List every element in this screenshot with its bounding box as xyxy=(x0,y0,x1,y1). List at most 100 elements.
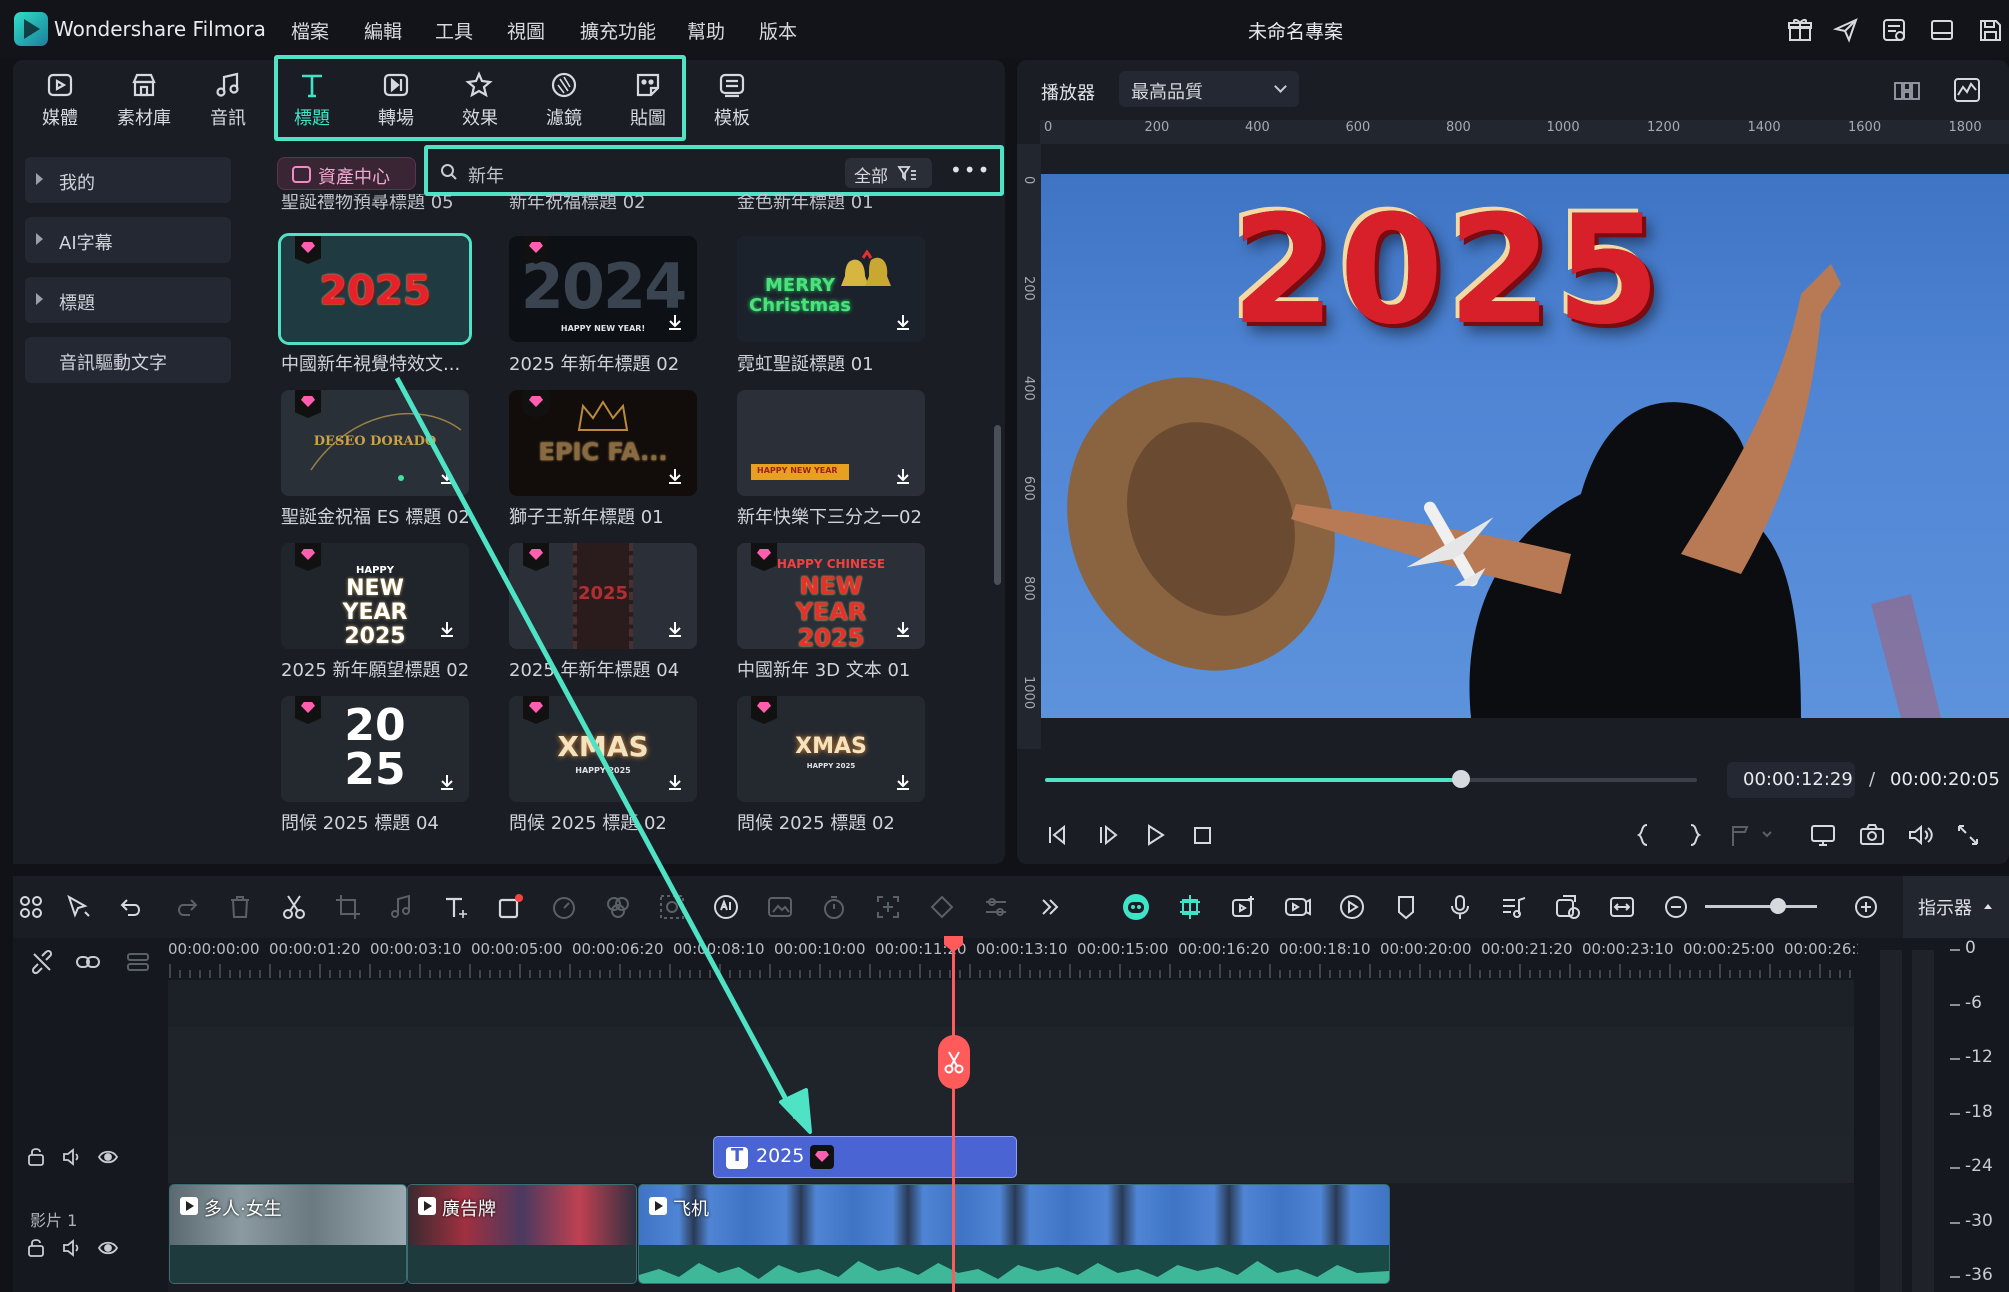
add-text-icon[interactable] xyxy=(441,892,471,922)
sidebar-item-mine[interactable]: 我的 xyxy=(25,157,231,203)
title-card[interactable]: MERRY Christmas xyxy=(737,236,925,342)
download-icon[interactable] xyxy=(437,619,457,639)
sidebar-item-audio-text[interactable]: 音訊驅動文字 xyxy=(25,337,231,383)
quality-select[interactable]: 最高品質 xyxy=(1119,71,1299,107)
fullscreen-icon[interactable] xyxy=(1953,820,1983,850)
ai-robot-icon[interactable] xyxy=(1121,892,1151,922)
download-icon[interactable] xyxy=(665,312,685,332)
indicator-dropdown[interactable]: 指示器 xyxy=(1903,876,2009,938)
title-card[interactable]: DESEO DORADO xyxy=(281,390,469,496)
grid-view-icon[interactable] xyxy=(1893,79,1921,103)
marker-dropdown-icon[interactable] xyxy=(1727,820,1772,850)
layout-icon[interactable] xyxy=(1928,16,1956,44)
zoom-in-icon[interactable] xyxy=(1851,892,1881,922)
eye-icon[interactable] xyxy=(97,1146,119,1168)
title-clip[interactable]: 2025 xyxy=(713,1136,1017,1178)
speed-icon[interactable] xyxy=(549,892,579,922)
sidebar-item-ai-captions[interactable]: AI字幕 xyxy=(25,217,231,263)
keyframe-icon[interactable] xyxy=(927,892,957,922)
title-card[interactable]: HAPPY NEW YEAR 2025 xyxy=(281,543,469,649)
lock-icon[interactable] xyxy=(25,1237,47,1259)
title-card[interactable]: 2025 xyxy=(509,543,697,649)
video-clip[interactable]: 飞机 xyxy=(638,1184,1390,1284)
sidebar-item-titles[interactable]: 標題 xyxy=(25,277,231,323)
audio-ducking-icon[interactable] xyxy=(1337,892,1367,922)
redo-icon[interactable] xyxy=(171,892,201,922)
zoom-out-icon[interactable] xyxy=(1661,892,1691,922)
speaker-icon[interactable] xyxy=(61,1237,83,1259)
timeline-zoom-knob[interactable] xyxy=(1770,898,1786,914)
tab-templates[interactable]: 模板 xyxy=(694,70,770,136)
ai-audio-icon[interactable] xyxy=(711,892,741,922)
download-icon[interactable] xyxy=(665,466,685,486)
download-icon[interactable] xyxy=(893,466,913,486)
menu-help[interactable]: 幫助 xyxy=(687,17,725,44)
tab-audio[interactable]: 音訊 xyxy=(190,70,266,136)
title-card[interactable]: EPIC FA... xyxy=(509,390,697,496)
stop-icon[interactable] xyxy=(1187,820,1217,850)
adjust-icon[interactable] xyxy=(981,892,1011,922)
scissors-icon[interactable] xyxy=(279,892,309,922)
title-card[interactable]: HAPPY CHINESE NEW YEAR 2025 xyxy=(737,543,925,649)
download-icon[interactable] xyxy=(893,772,913,792)
auto-highlight-icon[interactable] xyxy=(1229,892,1259,922)
title-card[interactable]: 20 25 xyxy=(281,696,469,802)
ai-cutout-icon[interactable] xyxy=(657,892,687,922)
speaker-icon[interactable] xyxy=(61,1146,83,1168)
shape-record-icon[interactable] xyxy=(495,892,525,922)
lock-icon[interactable] xyxy=(25,1146,47,1168)
display-icon[interactable] xyxy=(1808,820,1838,850)
mark-in-icon[interactable] xyxy=(1629,820,1659,850)
delete-icon[interactable] xyxy=(225,892,255,922)
crop-icon[interactable] xyxy=(333,892,363,922)
title-card[interactable]: HAPPY NEW YEAR xyxy=(737,390,925,496)
download-icon[interactable] xyxy=(665,619,685,639)
playhead[interactable] xyxy=(952,950,955,1292)
fit-timeline-icon[interactable] xyxy=(1607,892,1637,922)
save-icon[interactable] xyxy=(1976,16,2004,44)
playhead-split-button[interactable] xyxy=(938,1035,970,1089)
layout-grid-icon[interactable] xyxy=(16,892,46,922)
title-card[interactable]: 2024 HAPPY NEW YEAR! xyxy=(509,236,697,342)
menu-file[interactable]: 檔案 xyxy=(291,17,329,44)
gift-icon[interactable] xyxy=(1786,16,1814,44)
scopes-icon[interactable] xyxy=(1952,76,1982,104)
snapshot-camera-icon[interactable] xyxy=(1857,820,1887,850)
title-card[interactable]: 2025 xyxy=(278,233,472,345)
menu-extensions[interactable]: 擴充功能 xyxy=(580,17,656,44)
library-scrollbar[interactable] xyxy=(994,425,1001,585)
play-icon[interactable] xyxy=(1140,820,1170,850)
menu-edit[interactable]: 編輯 xyxy=(364,17,402,44)
project-info-icon[interactable] xyxy=(1880,16,1908,44)
mark-out-icon[interactable] xyxy=(1679,820,1709,850)
more-tools-icon[interactable] xyxy=(1035,892,1065,922)
download-icon[interactable] xyxy=(893,312,913,332)
track-manager-icon[interactable] xyxy=(124,948,152,976)
ai-image-icon[interactable] xyxy=(765,892,795,922)
title-card[interactable]: XMAS HAPPY 2025 xyxy=(737,696,925,802)
menu-view[interactable]: 視圖 xyxy=(507,17,545,44)
title-card[interactable]: XMAS HAPPY 2025 xyxy=(509,696,697,802)
marker-icon[interactable] xyxy=(1391,892,1421,922)
snap-icon[interactable] xyxy=(1175,892,1205,922)
freeze-frame-icon[interactable] xyxy=(873,892,903,922)
select-pointer-icon[interactable] xyxy=(63,892,93,922)
volume-icon[interactable] xyxy=(1905,820,1935,850)
audio-edit-icon[interactable] xyxy=(387,892,417,922)
next-frame-icon[interactable] xyxy=(1093,820,1123,850)
timeline-zoom-slider[interactable] xyxy=(1705,905,1817,908)
menu-tools[interactable]: 工具 xyxy=(435,17,473,44)
tab-media[interactable]: 媒體 xyxy=(22,70,98,136)
unlink-icon[interactable] xyxy=(28,948,56,976)
video-clip[interactable]: 多人·女生 xyxy=(169,1184,407,1284)
prev-frame-icon[interactable] xyxy=(1042,820,1072,850)
video-preview[interactable]: 2025 xyxy=(1041,174,2009,718)
link-icon[interactable] xyxy=(74,948,102,976)
color-icon[interactable] xyxy=(603,892,633,922)
video-clip[interactable]: 廣告牌 xyxy=(407,1184,637,1284)
microphone-icon[interactable] xyxy=(1445,892,1475,922)
video-overlay-title[interactable]: 2025 xyxy=(1231,184,1664,358)
download-icon[interactable] xyxy=(437,772,457,792)
timer-icon[interactable] xyxy=(819,892,849,922)
send-icon[interactable] xyxy=(1832,16,1860,44)
